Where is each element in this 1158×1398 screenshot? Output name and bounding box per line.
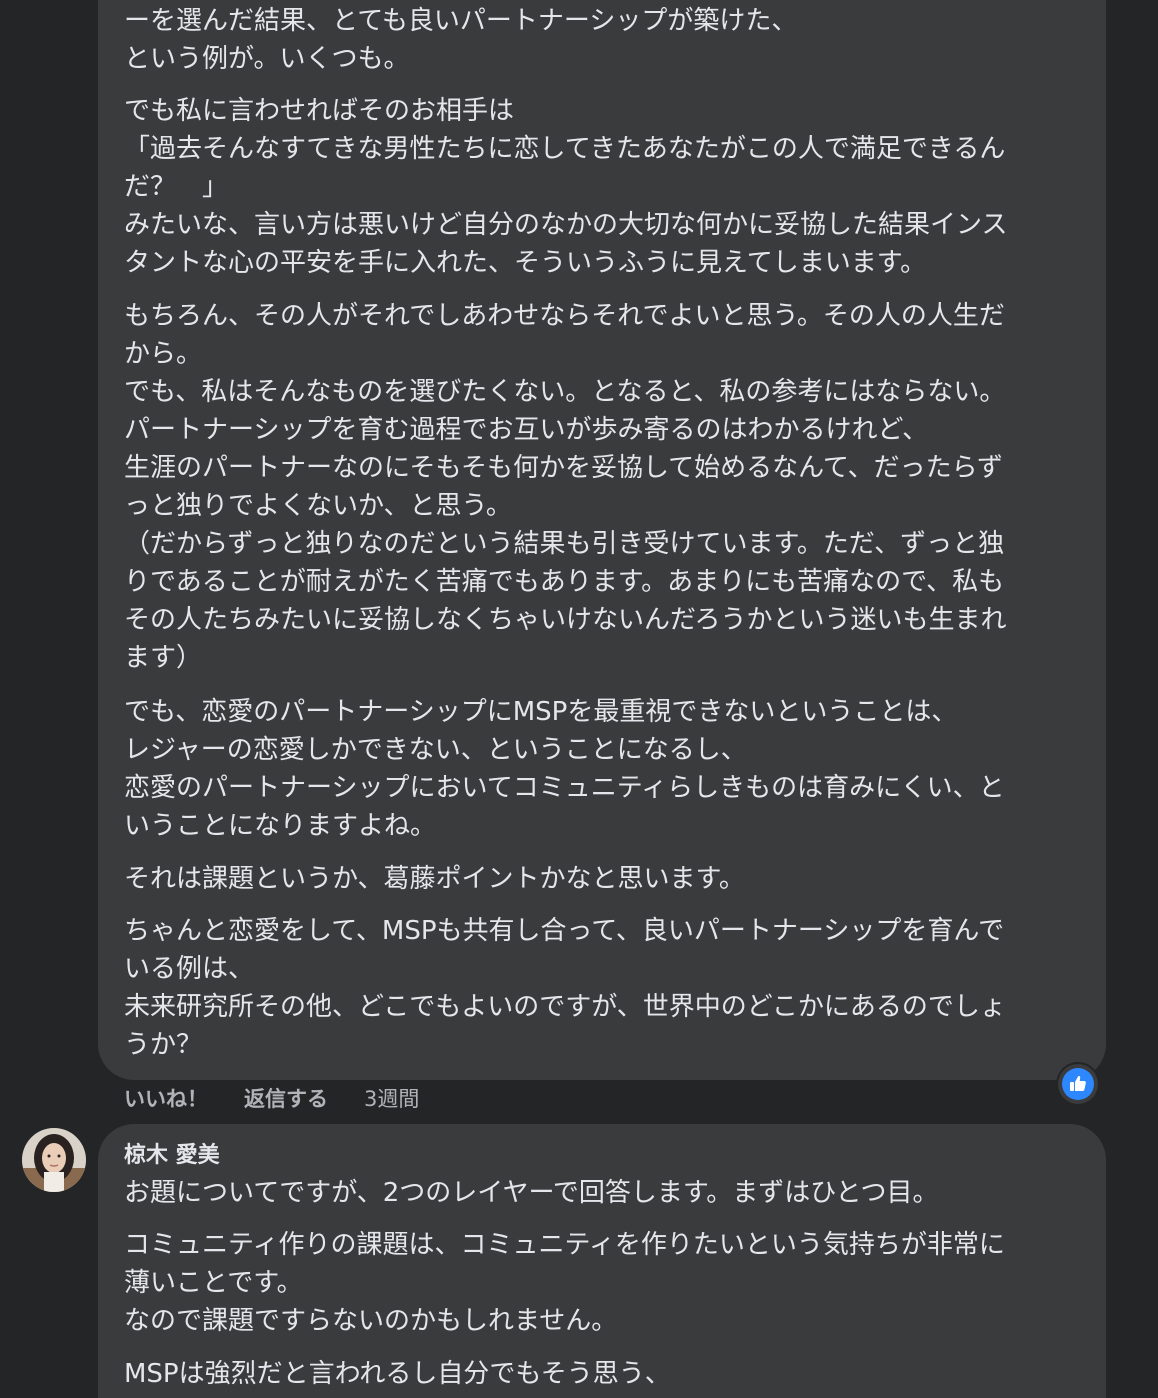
- comment-thread: ーを選んだ結果、とても良いパートナーシップが築けた、 という例が。いくつも。 で…: [0, 0, 1158, 1398]
- like-button[interactable]: いいね！: [124, 1084, 208, 1114]
- comment-1-paragraph-3: もちろん、その人がそれでしあわせならそれでよいと思う。その人の人生だ から。 で…: [124, 301, 1007, 673]
- comment-author-name[interactable]: 椋木 愛美: [124, 1140, 220, 1172]
- reply-button[interactable]: 返信する: [244, 1084, 328, 1114]
- reaction-badge[interactable]: [1058, 1064, 1098, 1104]
- comment-2-paragraph-1: お題についてですが、2つのレイヤーで回答します。まずはひとつ目。: [124, 1178, 939, 1208]
- avatar[interactable]: [22, 1128, 86, 1192]
- comment-1-actions: いいね！ 返信する 3週間: [124, 1084, 419, 1114]
- comment-1-paragraph-1: ーを選んだ結果、とても良いパートナーシップが築けた、 という例が。いくつも。: [124, 6, 798, 74]
- comment-1-paragraph-6: ちゃんと恋愛をして、MSPも共有し合って、良いパートナーシップを育んで いる例は…: [124, 916, 1006, 1060]
- thumbs-up-icon: [1062, 1068, 1094, 1100]
- comment-timestamp[interactable]: 3週間: [364, 1084, 419, 1114]
- comment-1-paragraph-4: でも、恋愛のパートナーシップにMSPを最重視できないということは、 レジャーの恋…: [124, 697, 1005, 841]
- comment-1-paragraph-5: それは課題というか、葛藤ポイントかなと思います。: [124, 864, 745, 894]
- comment-1-paragraph-2: でも私に言わせればそのお相手は 「過去そんなすてきな男性たちに恋してきたあなたが…: [124, 96, 1008, 278]
- comment-2-paragraph-2: コミュニティ作りの課題は、コミュニティを作りたいという気持ちが非常に 薄いことで…: [124, 1230, 1005, 1336]
- comment-2-paragraph-3: MSPは強烈だと言われるし自分でもそう思う、: [124, 1359, 671, 1389]
